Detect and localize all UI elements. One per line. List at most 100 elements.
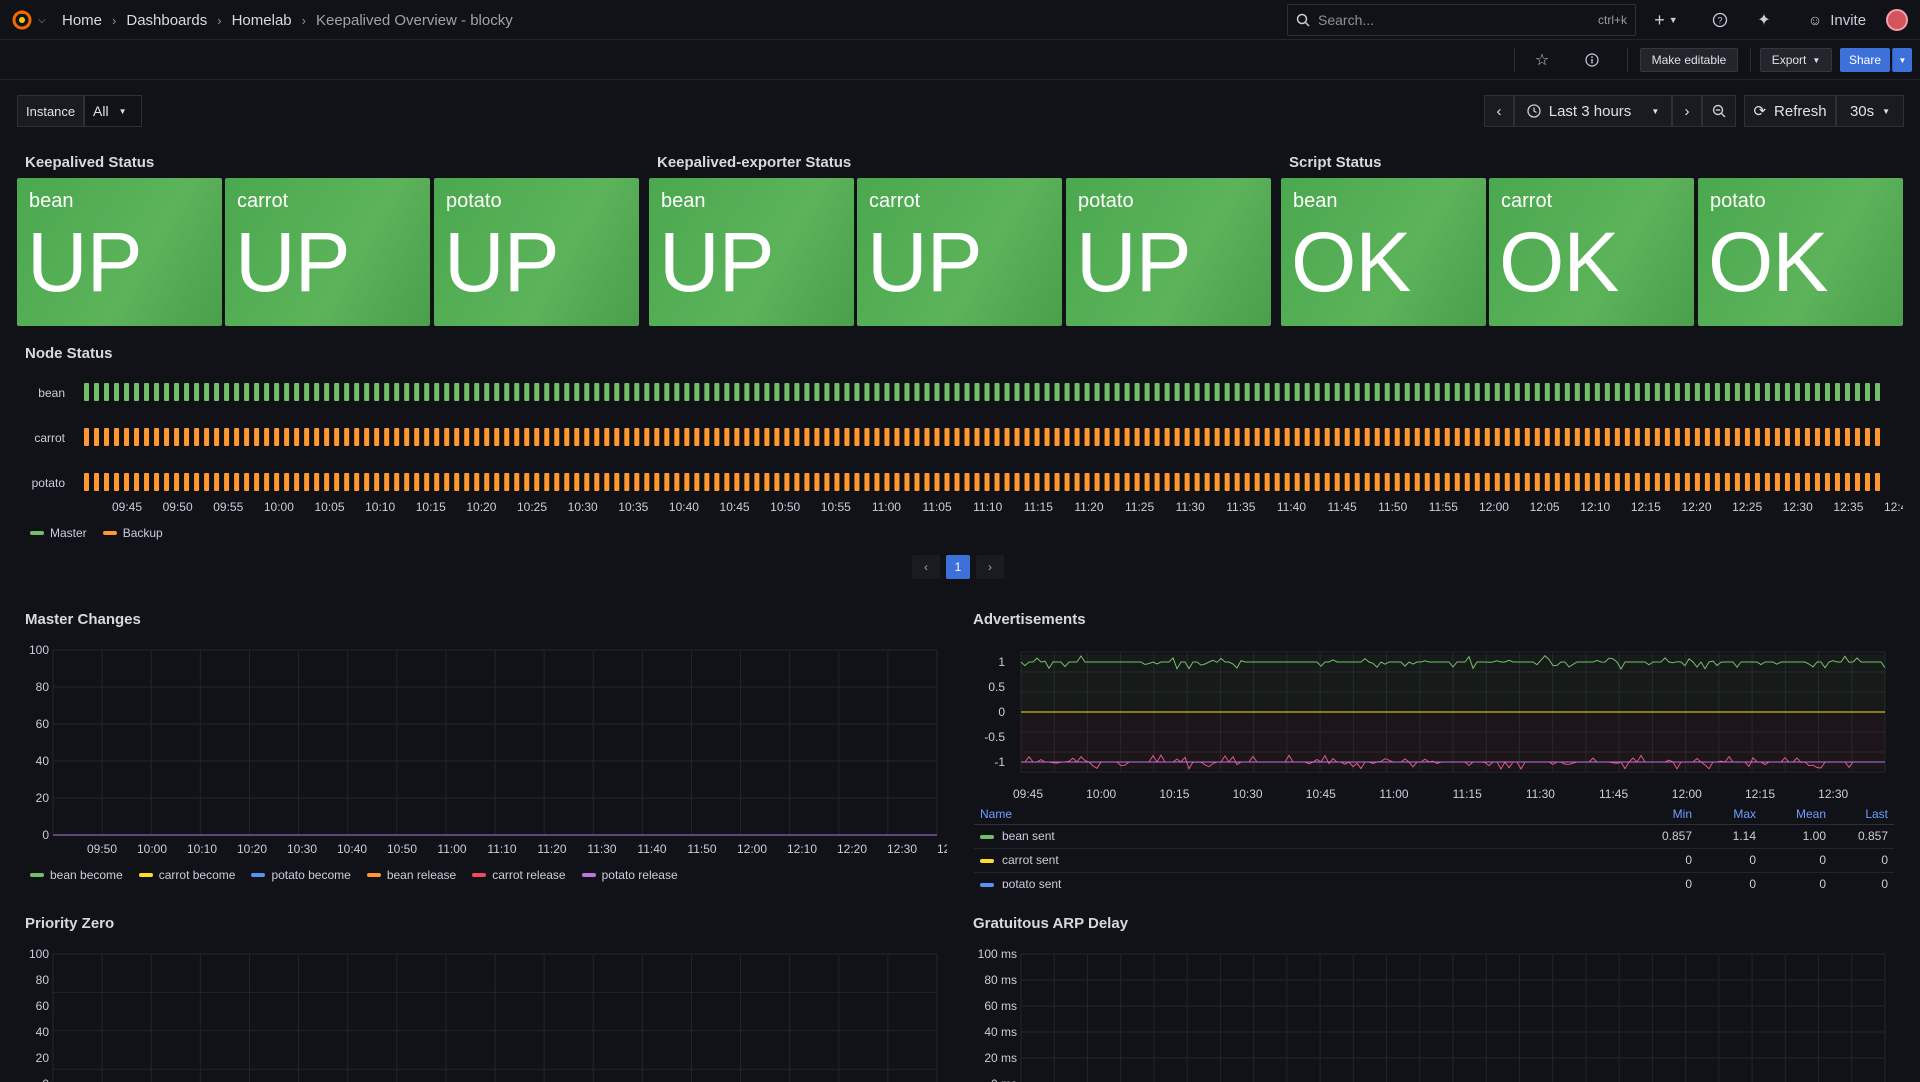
- star-button[interactable]: ☆: [1528, 48, 1556, 72]
- share-dropdown-button[interactable]: ▼: [1892, 48, 1912, 72]
- state-bar-carrot: [1184, 428, 1190, 446]
- node-status-chart[interactable]: bean carrot potato 09:45 09:50 09:55 10:00 10:0…: [17, 370, 1903, 522]
- column-header-max[interactable]: Max: [1698, 804, 1762, 825]
- column-header-last[interactable]: Last: [1832, 804, 1894, 825]
- legend-item[interactable]: carrot become: [138, 868, 235, 882]
- stat-script-carrot[interactable]: carrot OK: [1489, 178, 1694, 326]
- state-bar-potato: [1374, 473, 1380, 491]
- advertisements-chart[interactable]: 1 0.5 0 -0.5 -1 09:45 10:00 10:15 10:30 10:45 11:0…: [965, 648, 1895, 808]
- refresh-button[interactable]: ⟳ Refresh: [1744, 95, 1836, 127]
- table-row[interactable]: potato sent 0 0 0 0: [974, 872, 1894, 888]
- time-forward-button[interactable]: ›: [1672, 95, 1702, 127]
- state-bar-carrot: [1514, 428, 1520, 446]
- state-bar-carrot: [1694, 428, 1700, 446]
- next-page-button[interactable]: ›: [976, 555, 1004, 579]
- refresh-interval-select[interactable]: 30s ▼: [1836, 95, 1904, 127]
- legend-item[interactable]: potato become: [251, 868, 351, 882]
- garp-delay-chart[interactable]: 100 ms 80 ms 60 ms 40 ms 20 ms 0 ms: [965, 940, 1895, 1082]
- stat-exporter-carrot[interactable]: carrot UP: [857, 178, 1062, 326]
- column-header-min[interactable]: Min: [1628, 804, 1698, 825]
- breadcrumb-home[interactable]: Home: [62, 12, 102, 29]
- state-bar-carrot: [1004, 428, 1010, 446]
- legend-item-backup[interactable]: Backup: [102, 526, 163, 540]
- column-header-name[interactable]: Name: [974, 804, 1628, 825]
- legend-item[interactable]: bean release: [366, 868, 457, 882]
- state-bar-bean: [294, 383, 300, 401]
- x-tick-label: 10:20: [466, 500, 496, 514]
- state-bar-bean: [814, 383, 820, 401]
- state-bar-carrot: [954, 428, 960, 446]
- state-bar-potato: [1104, 473, 1110, 491]
- state-bar-potato: [554, 473, 560, 491]
- state-bar-bean: [1794, 383, 1800, 401]
- chevron-down-icon: ▼: [1812, 55, 1821, 65]
- state-bar-carrot: [1584, 428, 1590, 446]
- make-editable-button[interactable]: Make editable: [1640, 48, 1738, 72]
- help-button[interactable]: ?: [1704, 4, 1736, 36]
- search-input[interactable]: Search... ctrl+k: [1287, 4, 1636, 36]
- instance-variable-select[interactable]: All ▼: [84, 95, 142, 127]
- last-cell: 0: [1832, 848, 1894, 873]
- stat-keepalived-carrot[interactable]: carrot UP: [225, 178, 430, 326]
- state-bar-carrot: [1094, 428, 1100, 446]
- x-tick-label: 10:40: [337, 842, 367, 856]
- state-bar-potato: [634, 473, 640, 491]
- priority-zero-chart[interactable]: 100 80 60 40 20 0: [17, 940, 947, 1082]
- previous-page-button[interactable]: ‹: [912, 555, 940, 579]
- state-bar-potato: [1194, 473, 1200, 491]
- stat-keepalived-potato[interactable]: potato UP: [434, 178, 639, 326]
- stat-value: UP: [1076, 215, 1192, 309]
- x-tick-label: 10:10: [365, 500, 395, 514]
- x-tick-label: 12:05: [1530, 500, 1560, 514]
- info-button[interactable]: [1578, 48, 1606, 72]
- legend-item-master[interactable]: Master: [30, 526, 87, 540]
- table-row[interactable]: carrot sent 0 0 0 0: [974, 848, 1894, 873]
- legend-item[interactable]: carrot release: [472, 868, 566, 882]
- state-bar-carrot: [744, 428, 750, 446]
- zoom-out-button[interactable]: [1702, 95, 1736, 127]
- stat-exporter-potato[interactable]: potato UP: [1066, 178, 1271, 326]
- state-bar-bean: [1854, 383, 1860, 401]
- assistant-button[interactable]: ✦: [1748, 4, 1780, 36]
- avatar[interactable]: [1882, 4, 1912, 36]
- last-cell: 0.857: [1832, 824, 1894, 849]
- toolbar-divider: [1750, 48, 1751, 72]
- stat-value: UP: [867, 215, 983, 309]
- y-tick-label: 20 ms: [984, 1051, 1017, 1065]
- stat-exporter-bean[interactable]: bean UP: [649, 178, 854, 326]
- column-header-mean[interactable]: Mean: [1762, 804, 1832, 825]
- master-changes-chart[interactable]: 0 20 40 60 80 100 09:50 10:00 10:10 10:20 10:30 10:…: [17, 636, 947, 858]
- state-bar-carrot: [1624, 428, 1630, 446]
- legend-item[interactable]: potato release: [581, 868, 678, 882]
- state-bar-potato: [944, 473, 950, 491]
- page-1-button[interactable]: 1: [946, 555, 970, 579]
- stat-script-potato[interactable]: potato OK: [1698, 178, 1903, 326]
- breadcrumb-homelab[interactable]: Homelab: [232, 12, 292, 29]
- legend-label: bean release: [386, 868, 457, 882]
- time-back-button[interactable]: ‹: [1484, 95, 1514, 127]
- breadcrumb-dashboards[interactable]: Dashboards: [126, 12, 207, 29]
- new-button[interactable]: + ▼: [1648, 4, 1684, 36]
- table-row[interactable]: bean sent 0.857 1.14 1.00 0.857: [974, 824, 1894, 849]
- x-tick-label: 11:45: [1328, 500, 1357, 514]
- stat-script-bean[interactable]: bean OK: [1281, 178, 1486, 326]
- share-button[interactable]: Share: [1840, 48, 1890, 72]
- stat-keepalived-bean[interactable]: bean UP: [17, 178, 222, 326]
- export-button[interactable]: Export ▼: [1760, 48, 1832, 72]
- state-bar-bean: [864, 383, 870, 401]
- search-icon: [1296, 13, 1310, 27]
- legend-item[interactable]: bean become: [30, 868, 123, 882]
- time-range-picker[interactable]: Last 3 hours ▼: [1514, 95, 1672, 127]
- state-bar-potato: [784, 473, 790, 491]
- grafana-logo[interactable]: ⌵: [10, 8, 50, 32]
- state-bar-potato: [994, 473, 1000, 491]
- state-bar-bean: [554, 383, 560, 401]
- state-bar-bean: [694, 383, 700, 401]
- state-bar-potato: [1524, 473, 1530, 491]
- x-tick-label: 12:30: [1783, 500, 1813, 514]
- y-tick-label: 0 ms: [991, 1077, 1017, 1082]
- state-bar-carrot: [904, 428, 910, 446]
- state-bar-carrot: [1224, 428, 1230, 446]
- state-bar-bean: [564, 383, 570, 401]
- invite-button[interactable]: ☺ Invite: [1792, 4, 1882, 36]
